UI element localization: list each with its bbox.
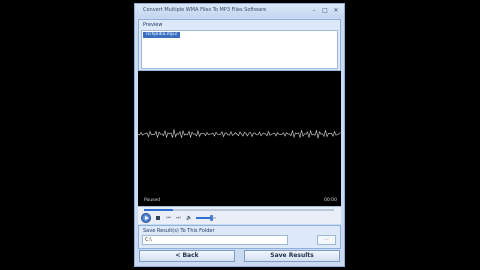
- seek-bar[interactable]: [144, 209, 334, 211]
- browse-button[interactable]: ...: [317, 235, 336, 245]
- media-player: Paused 00:00: [138, 71, 341, 206]
- preview-file-list[interactable]: richjedia.mp3: [141, 30, 338, 69]
- waveform-display: [138, 129, 341, 139]
- current-time: Paused: [144, 198, 161, 203]
- seek-progress: [144, 209, 173, 211]
- player-controls: ⏮ ⏭ 🔈: [138, 206, 341, 224]
- list-item[interactable]: richjedia.mp3: [143, 32, 180, 38]
- save-folder-group: Save Result(s) To This Folder C:\ ...: [138, 225, 341, 249]
- stop-button[interactable]: [155, 215, 161, 221]
- preview-label: Preview: [143, 22, 163, 28]
- volume-level: [196, 217, 211, 219]
- volume-thumb[interactable]: [210, 215, 213, 221]
- title-bar[interactable]: Convert Multiple WMA Files To MP3 Files …: [135, 4, 344, 18]
- save-results-button[interactable]: Save Results: [244, 250, 340, 262]
- volume-icon[interactable]: 🔈: [186, 215, 192, 221]
- preview-group: Preview richjedia.mp3: [138, 19, 341, 71]
- next-icon[interactable]: ⏭: [175, 215, 182, 221]
- volume-slider[interactable]: [196, 215, 216, 221]
- waveform-line: [138, 129, 341, 139]
- previous-icon[interactable]: ⏮: [165, 215, 172, 221]
- app-window: Convert Multiple WMA Files To MP3 Files …: [134, 3, 345, 267]
- maximize-button[interactable]: □: [321, 7, 329, 14]
- window-title: Convert Multiple WMA Files To MP3 Files …: [143, 7, 267, 13]
- save-folder-input[interactable]: C:\: [142, 235, 288, 245]
- total-time: 00:00: [324, 198, 337, 203]
- save-folder-label: Save Result(s) To This Folder: [143, 228, 215, 234]
- back-button[interactable]: < Back: [139, 250, 235, 262]
- play-button[interactable]: [141, 213, 151, 223]
- minimize-button[interactable]: –: [310, 7, 318, 14]
- close-button[interactable]: ✕: [332, 7, 340, 14]
